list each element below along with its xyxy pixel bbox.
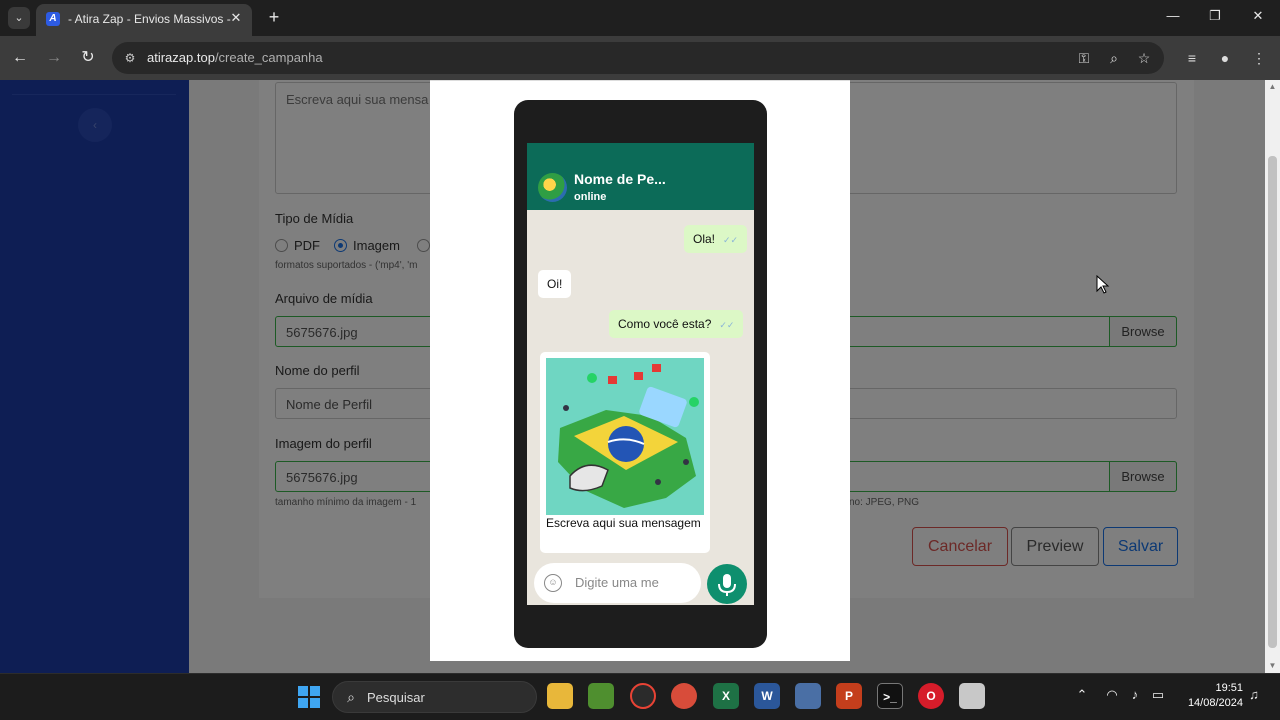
message-bubble-out: Como você esta? ✓✓ (609, 310, 744, 338)
emoji-icon[interactable]: ☺ (544, 574, 562, 592)
minimize-icon[interactable]: — (1163, 8, 1183, 23)
bookmark-star-icon[interactable]: ☆ (1134, 48, 1154, 68)
profile-icon[interactable]: ● (1215, 48, 1235, 68)
zoom-icon[interactable]: ⌕ (1104, 48, 1124, 68)
windows-start-icon[interactable] (298, 686, 320, 708)
notes-app-icon[interactable] (588, 683, 614, 709)
preview-modal: Nome de Pe... online Ola! ✓✓ Oi! Como voc… (430, 80, 850, 661)
taskbar-search-label: Pesquisar (367, 690, 425, 705)
page-scrollbar[interactable]: ▲ ▼ (1265, 80, 1280, 673)
chat-input[interactable]: ☺ Digite uma me (534, 563, 701, 603)
chrome-menu-icon[interactable]: ⋮ (1249, 48, 1269, 68)
address-bar[interactable]: ⚙ atirazap.top/create_campanha ⚿ ⌕ ☆ (112, 42, 1164, 74)
mic-button[interactable] (707, 564, 747, 604)
message-text: Como você esta? (618, 317, 712, 331)
message-bubble-out: Ola! ✓✓ (684, 225, 748, 253)
image-caption: Escreva aqui sua mensagem (546, 516, 701, 530)
clock-time: 19:51 (1215, 682, 1243, 694)
contact-name: Nome de Pe... (574, 171, 666, 187)
atira-favicon-icon: A (46, 12, 60, 26)
volume-icon[interactable]: ♪ (1126, 687, 1144, 702)
double-check-icon: ✓✓ (723, 235, 739, 245)
search-icon: ⌕ (347, 689, 355, 705)
taskbar-search[interactable]: ⌕ Pesquisar (332, 681, 537, 713)
word-icon[interactable]: W (754, 683, 780, 709)
tab-active[interactable]: A - Atira Zap - Envios Massivos - ✕ (36, 4, 252, 36)
site-info-icon[interactable]: ⚙ (122, 50, 138, 66)
clock-date: 14/08/2024 (1187, 697, 1243, 709)
whatsapp-screen: Nome de Pe... online Ola! ✓✓ Oi! Como voc… (527, 143, 754, 605)
mouse-cursor-icon (1096, 275, 1110, 294)
image-message: Escreva aqui sua mensagem (540, 352, 710, 553)
scroll-down-icon[interactable]: ▼ (1265, 659, 1280, 673)
scrollbar-thumb[interactable] (1268, 156, 1277, 648)
password-key-icon[interactable]: ⚿ (1074, 48, 1094, 68)
mic-icon (718, 574, 736, 596)
windows-taskbar: ⌕ Pesquisar X W P >_ O ⌃ ◠ ♪ ▭ 19:51 14/… (0, 673, 1280, 720)
tray-chevron-icon[interactable]: ⌃ (1073, 687, 1091, 703)
opera-icon[interactable]: O (918, 683, 944, 709)
forward-icon[interactable]: → (44, 48, 64, 68)
phone-mockup: Nome de Pe... online Ola! ✓✓ Oi! Como voc… (514, 100, 767, 648)
tab-title: - Atira Zap - Envios Massivos - (68, 12, 231, 26)
powerpoint-icon[interactable]: P (836, 683, 862, 709)
brazil-map-image (546, 358, 704, 515)
message-bubble-in: Oi! (538, 270, 572, 298)
restore-icon[interactable]: ❐ (1205, 8, 1225, 24)
chat-input-placeholder: Digite uma me (575, 575, 659, 590)
reload-icon[interactable]: ↻ (78, 48, 98, 68)
message-text: Ola! (693, 232, 716, 246)
back-icon[interactable]: ← (10, 48, 30, 68)
remote-desktop-icon[interactable] (795, 683, 821, 709)
scroll-up-icon[interactable]: ▲ (1265, 80, 1280, 94)
close-window-icon[interactable]: ✕ (1248, 8, 1268, 24)
chrome-icon[interactable] (630, 683, 656, 709)
media-controls-icon[interactable]: ≡ (1182, 48, 1202, 68)
snipping-tool-icon[interactable] (959, 683, 985, 709)
app-icon[interactable] (671, 683, 697, 709)
contact-status: online (574, 191, 607, 203)
notifications-icon[interactable]: ♫ (1245, 687, 1263, 702)
browser-tab-bar: ⌄ A - Atira Zap - Envios Massivos - ✕ + … (0, 0, 1280, 36)
file-explorer-icon[interactable] (547, 683, 573, 709)
double-check-icon: ✓✓ (719, 320, 735, 330)
clock[interactable]: 19:51 14/08/2024 (1177, 681, 1243, 711)
message-text: Oi! (547, 277, 563, 291)
terminal-icon[interactable]: >_ (877, 683, 903, 709)
url-path: /create_campanha (214, 50, 323, 65)
excel-icon[interactable]: X (713, 683, 739, 709)
url-text: atirazap.top/create_campanha (147, 50, 323, 65)
url-host: atirazap.top (147, 50, 215, 65)
tab-search-button[interactable]: ⌄ (8, 7, 30, 29)
chat-header: Nome de Pe... online (527, 143, 754, 210)
browser-toolbar: ← → ↻ ⚙ atirazap.top/create_campanha ⚿ ⌕… (0, 36, 1280, 80)
avatar (538, 173, 567, 202)
wifi-icon[interactable]: ◠ (1103, 687, 1121, 703)
battery-icon[interactable]: ▭ (1149, 687, 1167, 703)
close-tab-icon[interactable]: ✕ (228, 10, 244, 26)
new-tab-button[interactable]: + (264, 7, 284, 27)
